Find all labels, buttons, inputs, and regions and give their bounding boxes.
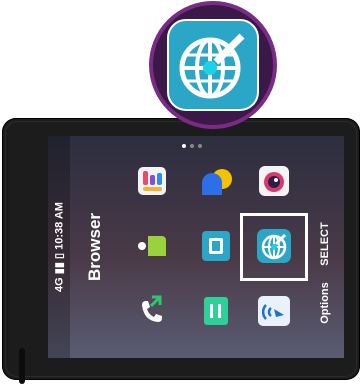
phone-call-app-icon[interactable] bbox=[132, 291, 172, 331]
phone-screen: 4G ▮▮ ▯ 10:38 AM Browser Options SELECT bbox=[48, 136, 344, 358]
page-indicator bbox=[182, 144, 202, 148]
weather-app-icon[interactable] bbox=[196, 161, 236, 201]
status-bar: 4G ▮▮ ▯ 10:38 AM bbox=[48, 136, 70, 358]
battery-icon: ▯ bbox=[53, 252, 66, 260]
page-dot bbox=[182, 144, 186, 148]
selection-highlight bbox=[240, 213, 308, 281]
browser-callout-magnifier bbox=[149, 1, 277, 129]
page-dot bbox=[198, 144, 202, 148]
speaker-grille bbox=[19, 348, 25, 384]
app-title: Browser bbox=[85, 212, 104, 282]
softkey-options[interactable]: Options bbox=[319, 282, 331, 324]
signal-bars-icon: ▮▮ bbox=[53, 262, 66, 275]
network-type: 4G bbox=[53, 277, 66, 292]
page-dot bbox=[190, 144, 194, 148]
contacts-app-icon[interactable] bbox=[132, 226, 172, 266]
camera-app-icon[interactable] bbox=[254, 161, 294, 201]
music-app-icon[interactable] bbox=[196, 291, 236, 331]
softkey-select[interactable]: SELECT bbox=[319, 222, 331, 265]
sim-card-app-icon[interactable] bbox=[196, 226, 236, 266]
gallery-app-icon[interactable] bbox=[132, 161, 172, 201]
fm-radio-app-icon[interactable] bbox=[254, 291, 294, 331]
clock: 10:38 AM bbox=[53, 202, 66, 250]
